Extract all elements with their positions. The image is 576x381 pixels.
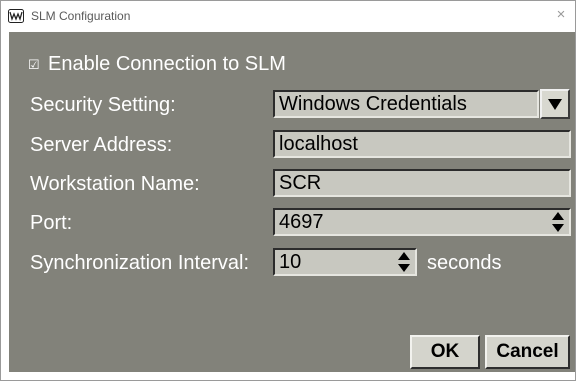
title-bar[interactable]: SLM Configuration ×	[1, 1, 575, 31]
port-input[interactable]: 4697	[273, 208, 571, 236]
enable-connection-label[interactable]: Enable Connection to SLM	[48, 53, 286, 76]
security-setting-select[interactable]: Windows Credentials	[273, 90, 539, 118]
workstation-name-input[interactable]: SCR	[273, 169, 571, 197]
close-icon[interactable]: ×	[551, 5, 571, 25]
server-address-input[interactable]: localhost	[273, 130, 571, 158]
security-dropdown-button[interactable]	[540, 89, 570, 119]
server-address-label: Server Address:	[30, 134, 173, 156]
port-label: Port:	[30, 212, 73, 234]
window-title: SLM Configuration	[31, 9, 131, 23]
sync-interval-label: Synchronization Interval:	[30, 252, 250, 274]
app-icon	[8, 9, 24, 23]
sync-unit-label: seconds	[427, 252, 502, 274]
chevron-down-icon	[548, 99, 562, 110]
slm-configuration-dialog: SLM Configuration × ☑ Enable Connection …	[0, 0, 576, 381]
workstation-name-label: Workstation Name:	[30, 173, 200, 195]
config-panel: ☑ Enable Connection to SLM Security Sett…	[9, 32, 575, 372]
security-setting-label: Security Setting:	[30, 94, 176, 116]
sync-spinner-icon[interactable]	[396, 250, 412, 274]
ok-button[interactable]: OK	[410, 335, 480, 369]
enable-connection-checkbox[interactable]: ☑	[28, 58, 40, 71]
cancel-button[interactable]: Cancel	[485, 335, 570, 369]
port-spinner-icon[interactable]	[550, 210, 566, 234]
